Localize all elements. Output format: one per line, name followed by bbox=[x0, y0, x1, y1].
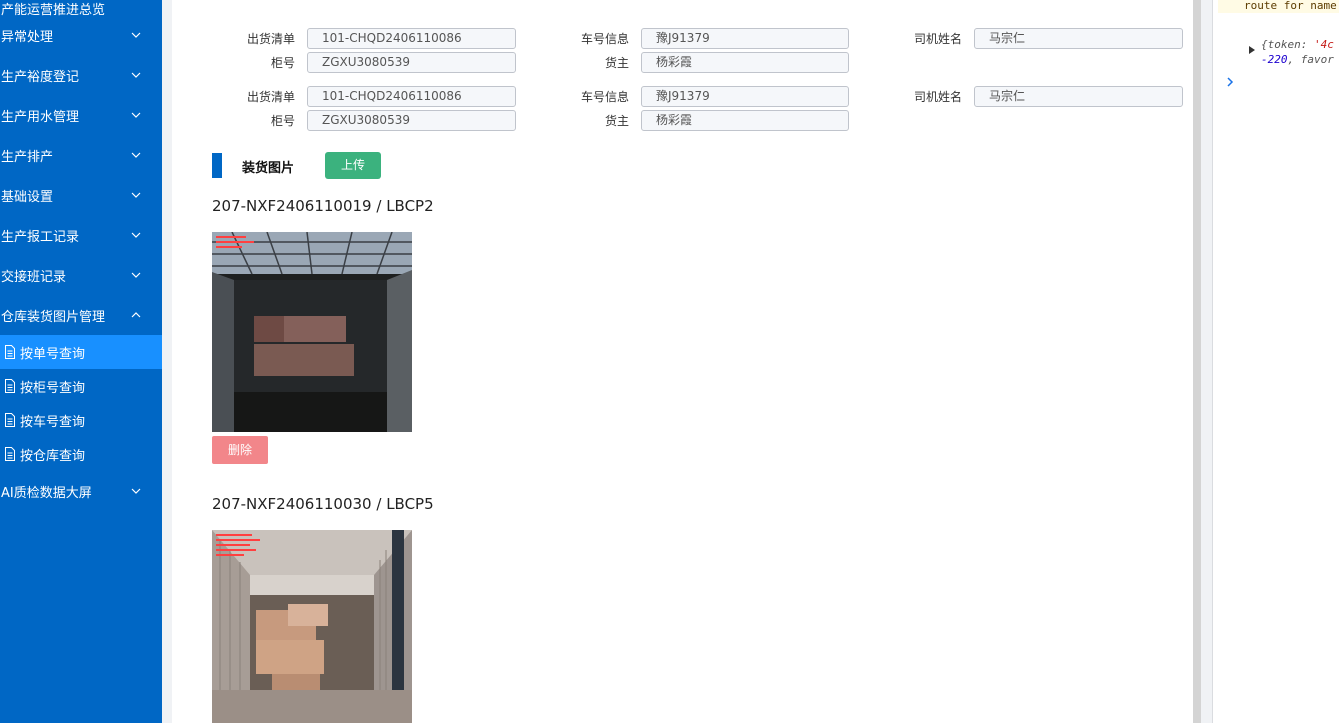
driver-field[interactable]: 马宗仁 bbox=[974, 86, 1183, 107]
sidebar-item-label: 异常处理 bbox=[1, 29, 54, 45]
devtools-console: route for name {token: '4c -220, favor bbox=[1212, 0, 1339, 723]
container-label: 柜号 bbox=[270, 114, 295, 128]
upload-button[interactable]: 上传 bbox=[325, 152, 381, 179]
sidebar-item-label: 交接班记录 bbox=[1, 269, 67, 285]
container-field[interactable]: ZGXU3080539 bbox=[307, 52, 516, 73]
sidebar-item-label: 生产报工记录 bbox=[1, 229, 80, 245]
sidebar-subitem-label: 按柜号查询 bbox=[20, 380, 86, 396]
owner-label: 货主 bbox=[604, 56, 629, 70]
sidebar-item-water-management[interactable]: 生产用水管理 bbox=[0, 95, 162, 135]
divider bbox=[1201, 0, 1212, 723]
order-label: 出货清单 bbox=[246, 90, 295, 104]
sidebar-item-ai-dashboard[interactable]: AI质检数据大屏 bbox=[0, 471, 162, 511]
sidebar-subitem-label: 按车号查询 bbox=[20, 414, 86, 430]
sidebar-subitem-by-order[interactable]: 按单号查询 bbox=[0, 335, 162, 369]
sidebar-item-base-settings[interactable]: 基础设置 bbox=[0, 175, 162, 215]
document-icon bbox=[5, 345, 15, 359]
chevron-up-icon bbox=[131, 312, 141, 318]
sidebar-item-production-margin[interactable]: 生产裕度登记 bbox=[0, 55, 162, 95]
console-object-key: {token: bbox=[1261, 38, 1314, 51]
sidebar-item-label: 生产裕度登记 bbox=[1, 69, 80, 85]
chevron-down-icon bbox=[131, 112, 141, 118]
vehicle-field[interactable]: 豫J91379 bbox=[641, 86, 849, 107]
console-object-number: -220 bbox=[1261, 53, 1288, 66]
sidebar-subitem-by-vehicle[interactable]: 按车号查询 bbox=[0, 403, 162, 437]
container-photo-image bbox=[212, 232, 412, 432]
loading-photo[interactable] bbox=[212, 530, 412, 723]
document-icon bbox=[5, 447, 15, 461]
vehicle-label: 车号信息 bbox=[580, 90, 629, 104]
container-label: 柜号 bbox=[270, 56, 295, 70]
sidebar-subitem-label: 按单号查询 bbox=[20, 346, 86, 362]
section-marker bbox=[212, 153, 222, 178]
expand-caret-icon[interactable] bbox=[1249, 46, 1255, 54]
chevron-down-icon bbox=[131, 232, 141, 238]
sidebar-item-exceptions[interactable]: 异常处理 bbox=[0, 15, 162, 55]
console-object[interactable]: {token: '4c -220, favor bbox=[1261, 37, 1334, 67]
order-label: 出货清单 bbox=[246, 32, 295, 46]
sidebar-item-label: 基础设置 bbox=[1, 189, 54, 205]
chevron-down-icon bbox=[131, 192, 141, 198]
owner-field[interactable]: 杨彩霞 bbox=[641, 52, 849, 73]
chevron-down-icon bbox=[131, 152, 141, 158]
sidebar-item-work-report[interactable]: 生产报工记录 bbox=[0, 215, 162, 255]
sidebar: 产能运营推进总览 异常处理 生产裕度登记 生产用水管理 生产排产 基础设置 生产… bbox=[0, 0, 162, 723]
driver-label: 司机姓名 bbox=[913, 32, 962, 46]
driver-field[interactable]: 马宗仁 bbox=[974, 28, 1183, 49]
sidebar-item-label: AI质检数据大屏 bbox=[1, 485, 92, 501]
photo-record-title: 207-NXF2406110030 / LBCP5 bbox=[212, 495, 434, 513]
order-field[interactable]: 101-CHQD2406110086 bbox=[307, 86, 516, 107]
document-icon bbox=[5, 413, 15, 427]
app-root: 产能运营推进总览 异常处理 生产裕度登记 生产用水管理 生产排产 基础设置 生产… bbox=[0, 0, 1339, 723]
chevron-down-icon bbox=[131, 488, 141, 494]
sidebar-item-label: 生产用水管理 bbox=[1, 109, 80, 125]
scrollbar[interactable] bbox=[1193, 0, 1201, 723]
sidebar-item-scheduling[interactable]: 生产排产 bbox=[0, 135, 162, 175]
loading-photo[interactable] bbox=[212, 232, 412, 432]
sidebar-subitem-by-warehouse[interactable]: 按仓库查询 bbox=[0, 437, 162, 471]
sidebar-item-label: 仓库装货图片管理 bbox=[1, 309, 106, 325]
sidebar-subitem-by-container[interactable]: 按柜号查询 bbox=[0, 369, 162, 403]
chevron-down-icon bbox=[131, 32, 141, 38]
sidebar-item-shift-handover[interactable]: 交接班记录 bbox=[0, 255, 162, 295]
owner-label: 货主 bbox=[604, 114, 629, 128]
vehicle-label: 车号信息 bbox=[580, 32, 629, 46]
vehicle-field[interactable]: 豫J91379 bbox=[641, 28, 849, 49]
console-warning: route for name bbox=[1218, 0, 1339, 13]
driver-label: 司机姓名 bbox=[913, 90, 962, 104]
console-prompt-icon[interactable] bbox=[1226, 76, 1234, 88]
container-photo-image bbox=[212, 530, 412, 723]
chevron-down-icon bbox=[131, 272, 141, 278]
order-field[interactable]: 101-CHQD2406110086 bbox=[307, 28, 516, 49]
document-icon bbox=[5, 379, 15, 393]
sidebar-subitem-label: 按仓库查询 bbox=[20, 448, 86, 464]
sidebar-item-loading-photos[interactable]: 仓库装货图片管理 bbox=[0, 295, 162, 335]
photo-record-title: 207-NXF2406110019 / LBCP2 bbox=[212, 197, 434, 215]
sidebar-item-label: 生产排产 bbox=[1, 149, 54, 165]
container-field[interactable]: ZGXU3080539 bbox=[307, 110, 516, 131]
section-title: 装货图片 bbox=[242, 161, 295, 176]
owner-field[interactable]: 杨彩霞 bbox=[641, 110, 849, 131]
delete-button[interactable]: 删除 bbox=[212, 436, 268, 464]
console-object-value: '4c bbox=[1313, 38, 1334, 51]
console-object-rest: , favor bbox=[1287, 53, 1334, 66]
chevron-down-icon bbox=[131, 72, 141, 78]
